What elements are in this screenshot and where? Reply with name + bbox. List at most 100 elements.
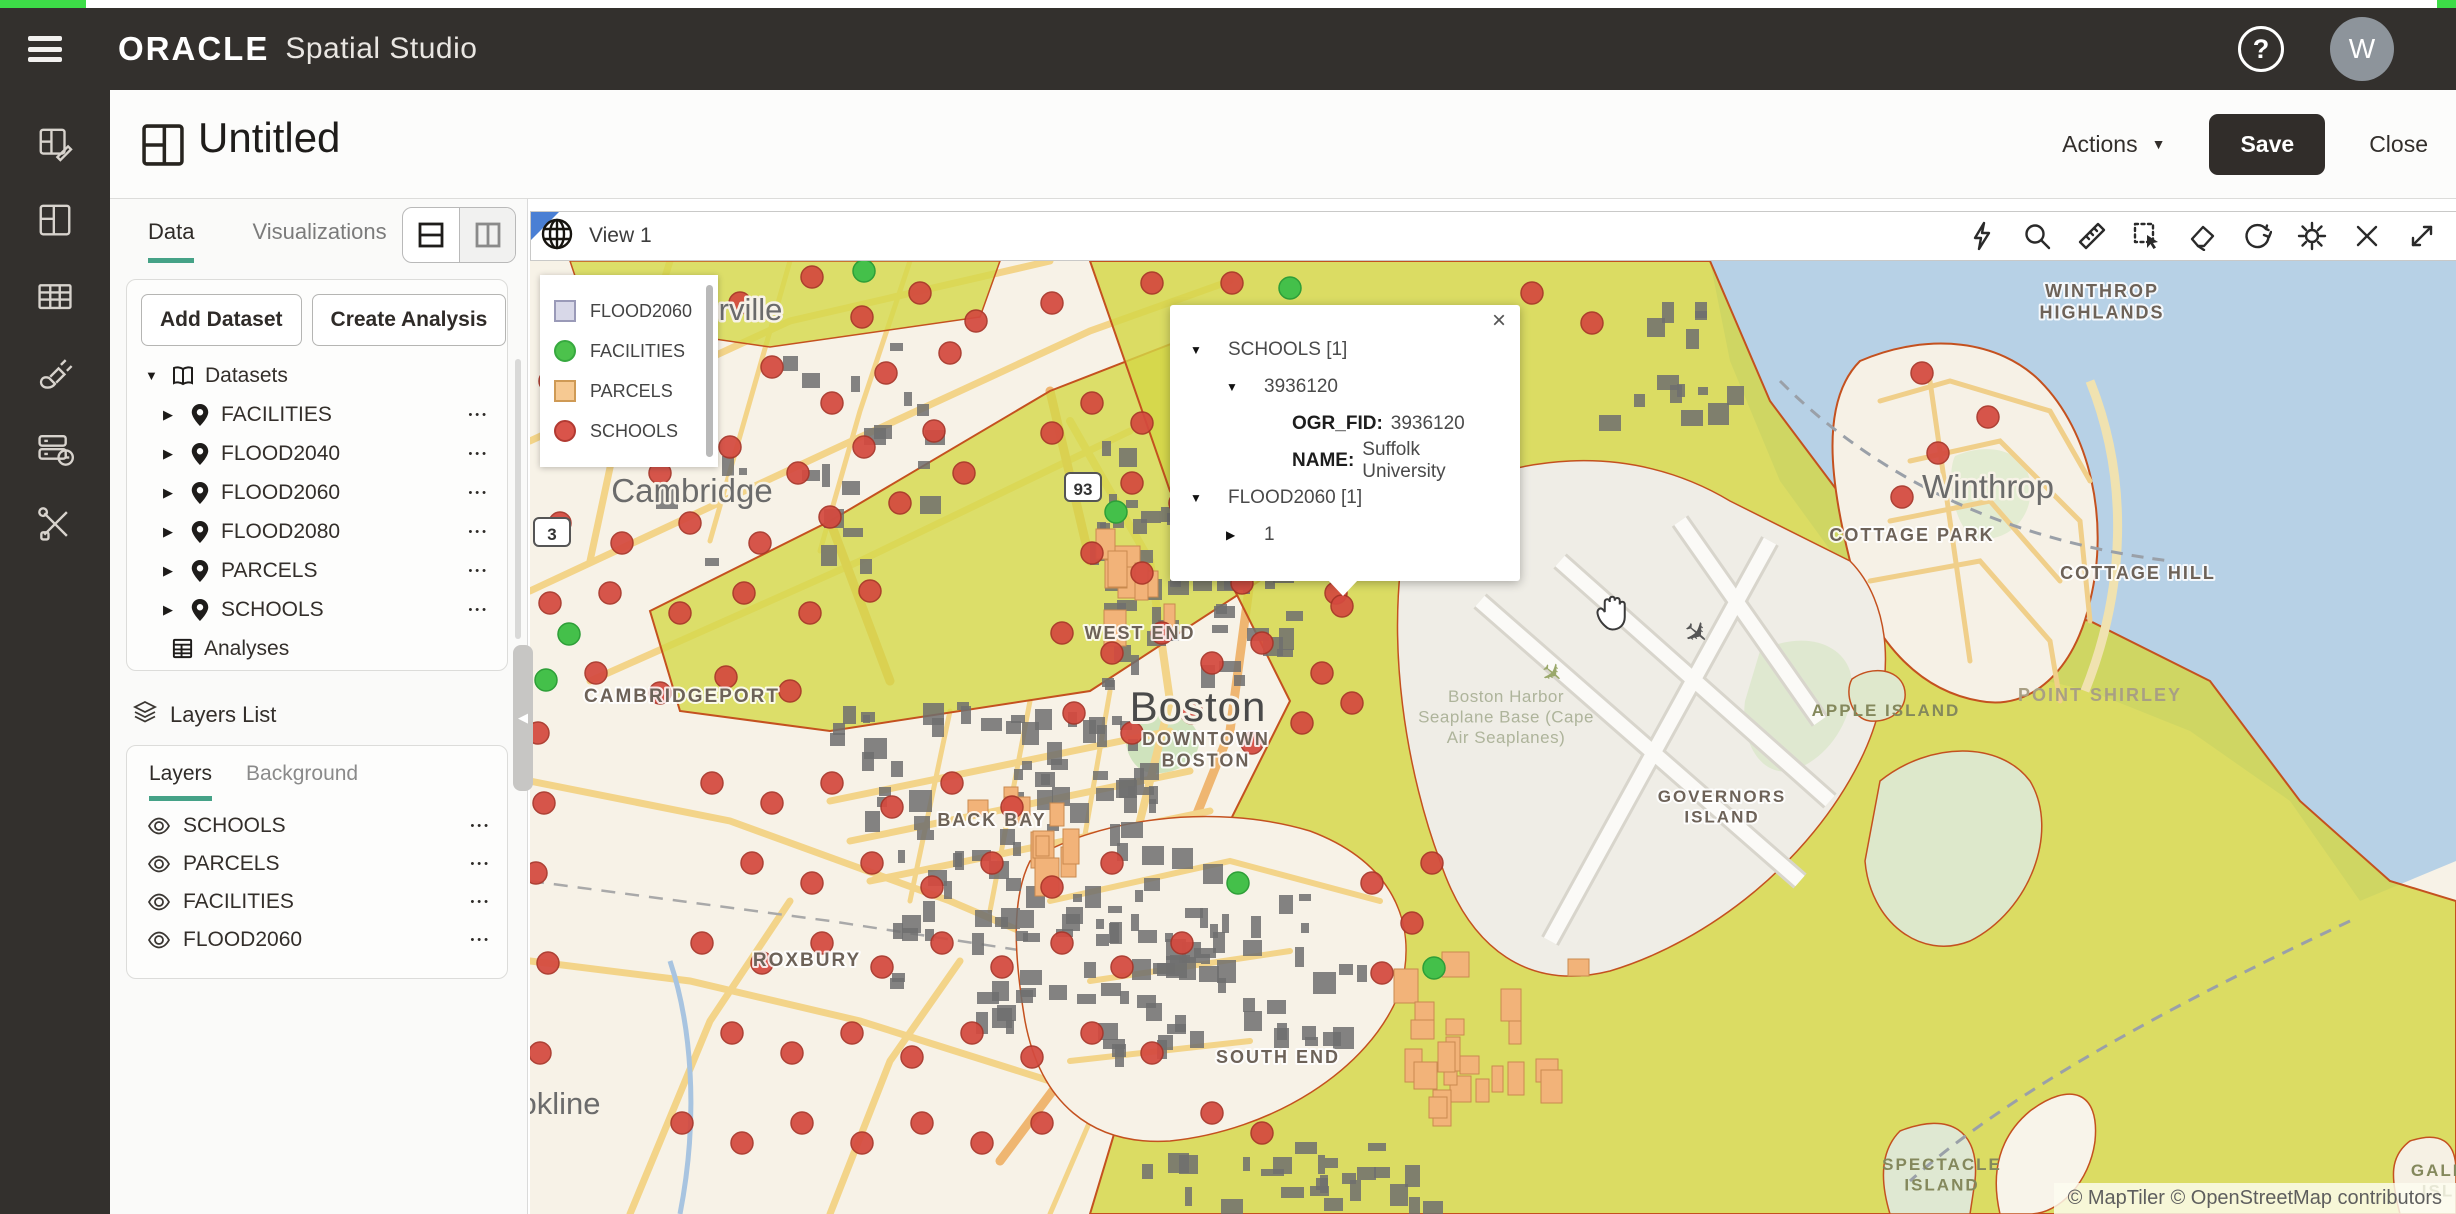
dataset-row[interactable]: ▶ FLOOD2080 ••• xyxy=(127,512,507,551)
school-point[interactable] xyxy=(851,306,873,328)
caret-right-icon[interactable]: ▶ xyxy=(163,563,189,579)
lightning-tool-icon[interactable] xyxy=(1966,220,1998,252)
facility-point[interactable] xyxy=(853,261,875,282)
close-button[interactable]: Close xyxy=(2369,131,2428,158)
school-point[interactable] xyxy=(861,852,883,874)
school-point[interactable] xyxy=(1361,872,1383,894)
school-point[interactable] xyxy=(1021,1046,1043,1068)
caret-right-icon[interactable]: ▶ xyxy=(163,602,189,618)
dataset-row[interactable]: ▶ SCHOOLS ••• xyxy=(127,590,507,629)
school-point[interactable] xyxy=(801,266,823,288)
caret-right-icon[interactable]: ▶ xyxy=(163,485,189,501)
school-point[interactable] xyxy=(539,592,561,614)
school-point[interactable] xyxy=(853,436,875,458)
school-point[interactable] xyxy=(851,1132,873,1154)
school-point[interactable] xyxy=(1201,652,1223,674)
school-point[interactable] xyxy=(991,956,1013,978)
school-point[interactable] xyxy=(701,772,723,794)
layer-row[interactable]: FACILITIES ••• xyxy=(127,883,507,921)
tab-background[interactable]: Background xyxy=(246,762,358,801)
layer-row[interactable]: PARCELS ••• xyxy=(127,845,507,883)
popup-tree-row[interactable]: NAME: Suffolk University xyxy=(1190,442,1504,479)
school-point[interactable] xyxy=(901,1046,923,1068)
settings-gear-icon[interactable] xyxy=(2296,220,2328,252)
school-point[interactable] xyxy=(1421,852,1443,874)
measure-ruler-icon[interactable] xyxy=(2076,220,2108,252)
popup-close-icon[interactable]: × xyxy=(1492,309,1506,333)
school-point[interactable] xyxy=(1131,412,1153,434)
actions-dropdown[interactable]: Actions ▼ xyxy=(2062,131,2165,158)
facility-point[interactable] xyxy=(558,623,580,645)
row-menu-icon[interactable]: ••• xyxy=(470,858,491,870)
school-point[interactable] xyxy=(761,792,783,814)
popup-caret-icon[interactable]: ▼ xyxy=(1226,380,1256,394)
tab-data[interactable]: Data xyxy=(148,219,194,263)
caret-right-icon[interactable]: ▶ xyxy=(163,524,189,540)
facility-point[interactable] xyxy=(1423,957,1445,979)
popup-caret-icon[interactable]: ▼ xyxy=(1190,491,1220,505)
school-point[interactable] xyxy=(1041,292,1063,314)
school-point[interactable] xyxy=(1371,962,1393,984)
dataset-row[interactable]: ▶ FLOOD2040 ••• xyxy=(127,434,507,473)
row-menu-icon[interactable]: ••• xyxy=(468,526,489,538)
school-point[interactable] xyxy=(1977,406,1999,428)
school-point[interactable] xyxy=(961,1022,983,1044)
row-menu-icon[interactable]: ••• xyxy=(468,604,489,616)
school-point[interactable] xyxy=(1063,702,1085,724)
school-point[interactable] xyxy=(533,792,555,814)
row-menu-icon[interactable]: ••• xyxy=(468,409,489,421)
school-point[interactable] xyxy=(889,492,911,514)
school-point[interactable] xyxy=(599,582,621,604)
popup-tree-row[interactable]: ▼ 3936120 xyxy=(1190,368,1504,405)
admin-tools-icon[interactable] xyxy=(27,496,83,552)
school-point[interactable] xyxy=(1401,912,1423,934)
search-tool-icon[interactable] xyxy=(2021,220,2053,252)
school-point[interactable] xyxy=(1041,422,1063,444)
facility-point[interactable] xyxy=(1279,277,1301,299)
expand-tool-icon[interactable] xyxy=(2406,220,2438,252)
school-point[interactable] xyxy=(733,582,755,604)
save-button[interactable]: Save xyxy=(2209,114,2325,175)
hamburger-menu-icon[interactable] xyxy=(28,36,62,62)
school-point[interactable] xyxy=(1251,632,1273,654)
tab-layers[interactable]: Layers xyxy=(149,762,212,801)
row-menu-icon[interactable]: ••• xyxy=(468,487,489,499)
panel-collapse-handle[interactable]: ◀ xyxy=(513,645,533,791)
school-point[interactable] xyxy=(791,1112,813,1134)
datasets-group-row[interactable]: ▼ Datasets xyxy=(127,356,507,395)
school-point[interactable] xyxy=(761,356,783,378)
school-point[interactable] xyxy=(1141,272,1163,294)
tab-visualizations[interactable]: Visualizations xyxy=(252,219,386,263)
school-point[interactable] xyxy=(923,420,945,442)
school-point[interactable] xyxy=(1927,442,1949,464)
school-point[interactable] xyxy=(731,1132,753,1154)
school-point[interactable] xyxy=(779,680,801,702)
school-point[interactable] xyxy=(1111,956,1133,978)
dataset-row[interactable]: ▶ FACILITIES ••• xyxy=(127,395,507,434)
vertical-split-button[interactable] xyxy=(459,208,515,262)
school-point[interactable] xyxy=(530,1042,551,1064)
project-edit-icon[interactable] xyxy=(27,116,83,172)
school-point[interactable] xyxy=(1031,1112,1053,1134)
school-point[interactable] xyxy=(1581,312,1603,334)
school-point[interactable] xyxy=(741,852,763,874)
school-point[interactable] xyxy=(1331,595,1353,617)
create-analysis-button[interactable]: Create Analysis xyxy=(312,294,507,346)
school-point[interactable] xyxy=(669,602,691,624)
row-menu-icon[interactable]: ••• xyxy=(470,820,491,832)
school-point[interactable] xyxy=(1051,932,1073,954)
school-point[interactable] xyxy=(971,1132,993,1154)
dataset-row[interactable]: ▶ PARCELS ••• xyxy=(127,551,507,590)
school-point[interactable] xyxy=(871,956,893,978)
school-point[interactable] xyxy=(671,1112,693,1134)
school-point[interactable] xyxy=(1251,1122,1273,1144)
popup-caret-icon[interactable]: ▶ xyxy=(1226,528,1256,542)
school-point[interactable] xyxy=(781,1042,803,1064)
school-point[interactable] xyxy=(875,362,897,384)
school-point[interactable] xyxy=(749,532,771,554)
close-tool-icon[interactable] xyxy=(2351,220,2383,252)
row-menu-icon[interactable]: ••• xyxy=(470,934,491,946)
school-point[interactable] xyxy=(881,796,903,818)
popup-tree-row[interactable]: ▼ FLOOD2060 [1] xyxy=(1190,479,1504,516)
school-point[interactable] xyxy=(819,506,841,528)
